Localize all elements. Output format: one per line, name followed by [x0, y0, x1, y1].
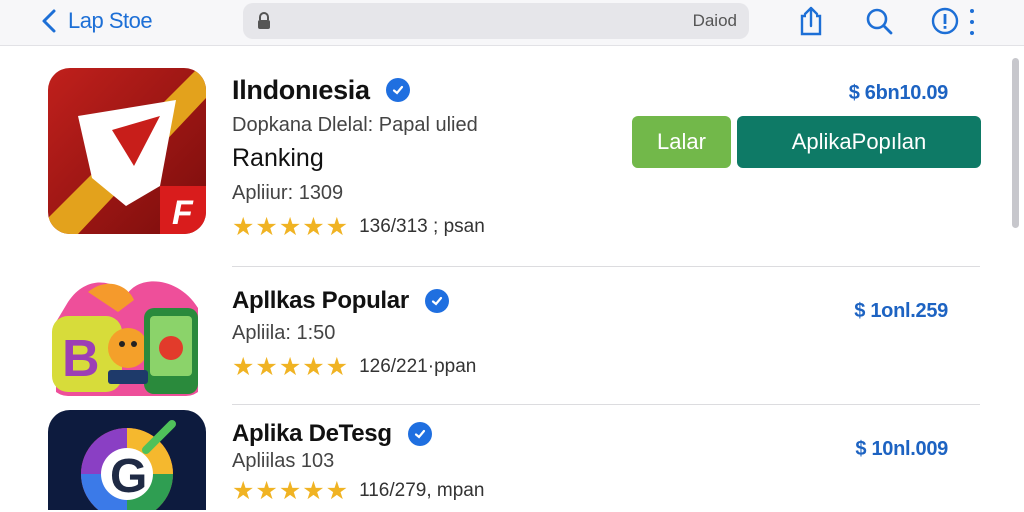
- search-icon: [866, 8, 893, 35]
- svg-text:G: G: [110, 450, 147, 503]
- search-button[interactable]: [863, 4, 895, 38]
- rating: ★★★★★ 126/221·ppan: [232, 352, 476, 382]
- app-count: Apliiur: 1309: [232, 182, 344, 204]
- app-title[interactable]: Aplika DeTesg: [232, 420, 392, 448]
- share-button[interactable]: [795, 4, 827, 38]
- app-title[interactable]: Ilndonıesia: [232, 75, 370, 106]
- dot: [970, 31, 974, 35]
- colorful-apps-icon: B: [48, 272, 206, 396]
- app-title-line-1: Ilndonıesia: [232, 72, 410, 108]
- app-price[interactable]: $ 1onl.259: [854, 300, 948, 323]
- app-title[interactable]: Apllkas Popular: [232, 287, 409, 315]
- info-button[interactable]: [929, 4, 961, 38]
- divider: [232, 266, 980, 267]
- app-price[interactable]: $ 6bn10.09: [849, 82, 949, 105]
- star-rating-icon: ★★★★★: [232, 213, 350, 241]
- share-icon: [800, 6, 822, 36]
- lock-icon: [258, 12, 270, 29]
- top-bar: Lap Stoe Daiod: [0, 0, 1024, 46]
- app-title-line-3: Aplika DeTesg: [232, 418, 432, 450]
- app-subtitle: Dopkana Dlelal: Papal ulied: [232, 114, 478, 136]
- app-price[interactable]: $ 10nl.009: [855, 438, 948, 461]
- info-icon: [931, 7, 959, 35]
- verified-badge: [385, 78, 410, 102]
- svg-text:F: F: [172, 194, 194, 232]
- rating: ★★★★★ 116/279, mpan: [232, 476, 484, 506]
- scrollbar[interactable]: [1010, 50, 1020, 510]
- dot: [970, 9, 974, 13]
- app-count: Apliilas 103: [232, 450, 335, 472]
- checkmark-icon: [431, 296, 442, 306]
- app-icon-3[interactable]: G: [48, 410, 206, 510]
- star-rating-icon: ★★★★★: [232, 353, 350, 381]
- app-icon-2[interactable]: B: [48, 272, 206, 396]
- rating-text: 116/279, mpan: [359, 480, 485, 501]
- star-rating-icon: ★★★★★: [232, 477, 350, 505]
- rating-text: 126/221·ppan: [359, 356, 477, 377]
- shield-logo-icon: F: [48, 68, 206, 234]
- search-input[interactable]: [283, 7, 693, 35]
- app-title-line-2: Apllkas Popular: [232, 284, 449, 318]
- aplika-popilan-button[interactable]: AplikaPopılan: [737, 116, 981, 168]
- search-bar[interactable]: Daiod: [243, 3, 749, 39]
- more-button[interactable]: [968, 9, 976, 35]
- dot: [970, 20, 974, 24]
- back-button[interactable]: Lap Stoe: [38, 6, 153, 36]
- chevron-left-icon: [42, 9, 56, 33]
- scrollbar-thumb[interactable]: [1012, 58, 1019, 228]
- rating-text: 136/313 ; psan: [359, 216, 485, 237]
- divider: [232, 404, 980, 405]
- google-style-logo-icon: G: [48, 410, 206, 510]
- ranking-label: Ranking: [232, 144, 324, 172]
- verified-badge: [407, 422, 432, 446]
- app-count: Apliila: 1:50: [232, 322, 336, 344]
- checkmark-icon: [414, 429, 425, 439]
- search-right-label: Daiod: [692, 11, 737, 30]
- svg-text:B: B: [62, 330, 100, 388]
- rating: ★★★★★ 136/313 ; psan: [232, 212, 485, 242]
- app-icon-1[interactable]: F: [48, 68, 206, 234]
- checkmark-icon: [392, 85, 403, 95]
- back-label: Lap Stoe: [68, 8, 153, 33]
- lalar-button[interactable]: Lalar: [632, 116, 731, 168]
- verified-badge: [424, 289, 449, 313]
